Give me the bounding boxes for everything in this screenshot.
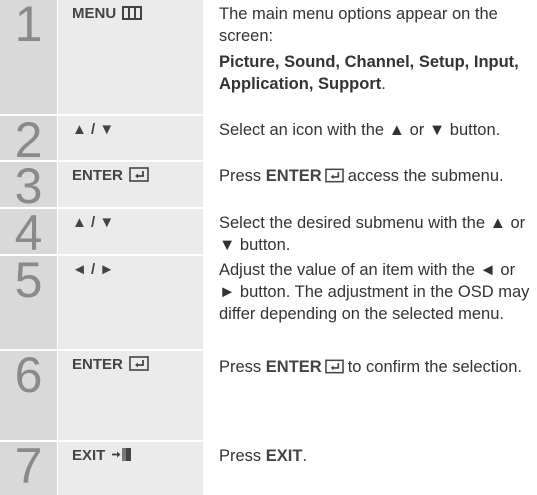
exit-label: EXIT: [265, 447, 303, 465]
step-description: Press ENTER to confirm the selection.: [219, 354, 533, 382]
key-text: ENTER: [72, 356, 123, 373]
step-row-4: 4 ▲ / ▼ Select the desired submenu with …: [0, 208, 537, 258]
key-label: ▲ / ▼: [72, 121, 115, 138]
enter-label: ENTER: [265, 358, 322, 376]
desc-text: access the submenu.: [347, 167, 504, 185]
key-text: ENTER: [72, 167, 123, 184]
desc-text: Press: [219, 167, 262, 185]
key-label: MENU: [72, 4, 143, 26]
desc-menu-options: Picture, Sound, Channel, Setup, Input, A…: [219, 51, 533, 95]
step-number: 1: [14, 0, 43, 52]
step-number: 7: [14, 438, 43, 494]
step-row-7: 7 EXIT Press EXIT.: [0, 438, 537, 495]
enter-icon: [129, 167, 149, 188]
key-label: EXIT: [72, 446, 133, 468]
step-row-2: 2 ▲ / ▼ Select an icon with the ▲ or ▼ b…: [0, 115, 537, 165]
step-description: The main menu options appear on the scre…: [219, 3, 533, 95]
enter-label: ENTER: [265, 167, 322, 185]
step-number-cell: 1: [0, 0, 57, 114]
key-label: ENTER: [72, 166, 149, 188]
step-number-cell: 2: [0, 115, 57, 165]
step-number-cell: 7: [0, 438, 57, 495]
step-row-5: 5 ◄ / ► Adjust the value of an item with…: [0, 252, 537, 349]
desc-text: to confirm the selection.: [347, 358, 522, 376]
desc-text: Press: [219, 447, 262, 465]
step-number-cell: 5: [0, 252, 57, 349]
step-number: 5: [14, 252, 43, 308]
step-number-cell: 4: [0, 208, 57, 258]
step-number-cell: 6: [0, 347, 57, 440]
enter-icon: [324, 167, 344, 189]
step-description: Press ENTER access the submenu.: [219, 165, 533, 189]
step-row-1: 1 MENU The main menu options appear on t…: [0, 0, 537, 114]
step-row-3: 3 ENTER Press ENTER access the submenu.: [0, 161, 537, 211]
key-text: EXIT: [72, 447, 106, 464]
step-number-cell: 3: [0, 161, 57, 211]
key-label: ◄ / ►: [72, 261, 115, 278]
desc-text: Press: [219, 358, 262, 376]
desc-period: .: [381, 75, 386, 93]
step-description: Press EXIT.: [219, 445, 533, 467]
desc-period: .: [302, 447, 308, 465]
menu-icon: [122, 6, 143, 26]
step-row-6: 6 ENTER Press ENTER to confirm the select…: [0, 347, 537, 440]
enter-icon: [324, 356, 344, 382]
step-description: Adjust the value of an item with the ◄ o…: [219, 261, 530, 323]
key-label: ENTER: [72, 355, 149, 377]
step-description: Select the desired submenu with the ▲ or…: [219, 214, 526, 254]
step-number: 4: [14, 205, 43, 261]
key-label: ▲ / ▼: [72, 214, 115, 231]
step-description: Select an icon with the ▲ or ▼ button.: [219, 121, 501, 139]
steps-table: 1 MENU The main menu options appear on t…: [0, 0, 537, 495]
enter-icon: [129, 356, 149, 377]
key-text: MENU: [72, 5, 117, 22]
menu-options-list: Picture, Sound, Channel, Setup, Input, A…: [219, 53, 519, 93]
step-number: 3: [14, 158, 43, 214]
exit-icon: [111, 447, 133, 468]
desc-text: The main menu options appear on the scre…: [219, 5, 498, 45]
step-number: 6: [14, 347, 43, 403]
